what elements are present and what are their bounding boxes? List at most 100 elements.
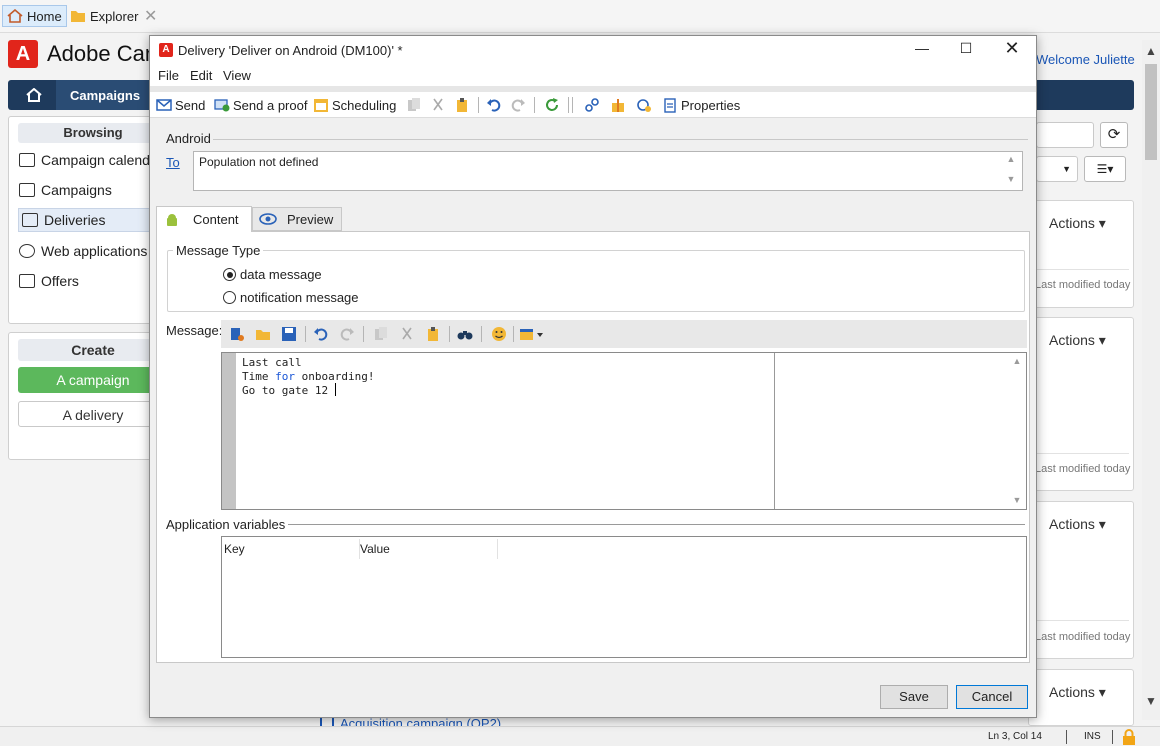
redo-icon[interactable] bbox=[510, 97, 526, 113]
send-proof-button[interactable]: Send a proof bbox=[214, 96, 307, 114]
tab-home-label: Home bbox=[27, 8, 62, 24]
scheduling-button[interactable]: Scheduling bbox=[313, 96, 396, 114]
scroll-down-icon[interactable]: ▼ bbox=[1004, 174, 1018, 184]
scroll-up-icon[interactable]: ▲ bbox=[1004, 154, 1018, 164]
scroll-down-icon[interactable]: ▼ bbox=[1142, 694, 1160, 712]
dialog-title: Delivery 'Deliver on Android (DM100)' * bbox=[178, 43, 403, 58]
to-link[interactable]: To bbox=[166, 155, 180, 170]
scroll-down-icon[interactable]: ▼ bbox=[1010, 495, 1024, 505]
copy-icon[interactable] bbox=[373, 326, 389, 342]
campaign-card: Actions ▾ Last modified today bbox=[1028, 501, 1134, 659]
scroll-up-icon[interactable]: ▲ bbox=[1010, 356, 1024, 366]
application-variables-table[interactable]: Key Value bbox=[221, 536, 1027, 658]
browse-item-campaign-calendar[interactable]: Campaign calendar bbox=[19, 148, 169, 172]
search-input[interactable] bbox=[1036, 122, 1094, 148]
globe-icon bbox=[19, 244, 35, 258]
actions-menu[interactable]: Actions ▾ bbox=[1049, 215, 1106, 232]
welcome-user-link[interactable]: Welcome Juliette bbox=[1036, 52, 1135, 67]
send-envelope-icon bbox=[156, 99, 172, 111]
campaign-card: Actions ▾ Last modified today bbox=[1028, 200, 1134, 308]
gift-icon[interactable] bbox=[610, 97, 626, 113]
save-icon[interactable] bbox=[281, 326, 297, 342]
emoji-icon[interactable] bbox=[491, 326, 507, 342]
last-modified: Last modified today bbox=[1035, 463, 1131, 475]
column-header-value[interactable]: Value bbox=[360, 539, 498, 559]
browse-item-web-applications[interactable]: Web applications bbox=[19, 239, 169, 263]
paste-icon[interactable] bbox=[454, 97, 470, 113]
radio-notification-message[interactable]: notification message bbox=[223, 290, 359, 305]
properties-button[interactable]: Properties bbox=[662, 96, 740, 114]
application-variables-label: Application variables bbox=[166, 517, 289, 532]
column-header-key[interactable]: Key bbox=[224, 539, 360, 559]
scroll-up-icon[interactable]: ▲ bbox=[1142, 44, 1160, 62]
paste-icon[interactable] bbox=[425, 326, 441, 342]
open-folder-icon[interactable] bbox=[255, 326, 271, 342]
actions-menu[interactable]: Actions ▾ bbox=[1049, 684, 1106, 701]
nav-campaigns[interactable]: Campaigns bbox=[56, 80, 155, 110]
tab-explorer[interactable]: Explorer bbox=[66, 5, 142, 27]
cut-icon[interactable] bbox=[399, 326, 415, 342]
menu-edit[interactable]: Edit bbox=[190, 68, 212, 83]
create-delivery-button[interactable]: A delivery bbox=[18, 401, 168, 427]
campaign-icon bbox=[19, 183, 35, 197]
target-icon[interactable] bbox=[636, 97, 652, 113]
radio-data-message[interactable]: data message bbox=[223, 267, 322, 282]
browse-item-campaigns[interactable]: Campaigns bbox=[19, 178, 169, 202]
house-icon bbox=[7, 9, 23, 23]
tab-content[interactable]: Content bbox=[156, 206, 252, 232]
to-field[interactable]: Population not defined ▲ ▼ bbox=[193, 151, 1023, 191]
campaign-card: Actions ▾ bbox=[1028, 669, 1134, 726]
eye-icon bbox=[259, 213, 277, 225]
browse-item-label: Campaigns bbox=[41, 182, 112, 198]
list-view-icon[interactable]: ☰▾ bbox=[1084, 156, 1126, 182]
close-tab-icon[interactable]: ✕ bbox=[144, 6, 157, 26]
copy-icon[interactable] bbox=[406, 97, 422, 113]
calendar-icon bbox=[19, 153, 35, 167]
cursor-position: Ln 3, Col 14 bbox=[988, 731, 1042, 742]
create-header: Create bbox=[18, 339, 168, 361]
create-campaign-button[interactable]: A campaign bbox=[18, 367, 168, 393]
link-icon[interactable] bbox=[584, 97, 600, 113]
nav-home-icon[interactable] bbox=[18, 85, 50, 105]
tab-preview[interactable]: Preview bbox=[252, 207, 342, 231]
browse-item-offers[interactable]: Offers bbox=[19, 269, 169, 293]
browsing-panel: Browsing Campaign calendar Campaigns Del… bbox=[8, 116, 168, 324]
browse-item-label: Web applications bbox=[41, 243, 148, 259]
scrollbar-thumb[interactable] bbox=[1145, 64, 1157, 160]
content-tab-panel: Message Type data message notification m… bbox=[156, 231, 1030, 663]
menu-file[interactable]: File bbox=[158, 68, 179, 83]
android-group-label: Android bbox=[164, 131, 213, 146]
insert-mode: INS bbox=[1084, 731, 1101, 742]
browse-item-deliveries[interactable]: Deliveries bbox=[18, 208, 168, 232]
send-proof-icon bbox=[214, 99, 230, 112]
create-panel: Create A campaign A delivery bbox=[8, 332, 168, 460]
filter-dropdown[interactable]: ▼ bbox=[1036, 156, 1078, 182]
undo-icon[interactable] bbox=[486, 97, 502, 113]
minimize-icon[interactable]: — bbox=[912, 40, 932, 60]
menu-view[interactable]: View bbox=[223, 68, 251, 83]
browse-item-label: Campaign calendar bbox=[41, 152, 163, 168]
save-button[interactable]: Save bbox=[880, 685, 948, 709]
close-icon[interactable]: ✕ bbox=[1002, 38, 1022, 60]
insert-field-icon[interactable] bbox=[229, 326, 245, 342]
send-button[interactable]: Send bbox=[156, 96, 205, 114]
binoculars-icon[interactable] bbox=[457, 326, 473, 342]
keyword-token: for bbox=[275, 370, 295, 383]
to-value: Population not defined bbox=[199, 155, 319, 169]
browse-item-label: Offers bbox=[41, 273, 79, 289]
actions-menu[interactable]: Actions ▾ bbox=[1049, 516, 1106, 533]
message-line: Go to gate 12 bbox=[242, 384, 329, 397]
maximize-icon[interactable]: ☐ bbox=[956, 40, 976, 60]
undo-icon[interactable] bbox=[313, 326, 329, 342]
refresh-icon[interactable]: ⟳ bbox=[1100, 122, 1128, 148]
redo-icon[interactable] bbox=[339, 326, 355, 342]
browsing-header: Browsing bbox=[18, 123, 168, 143]
refresh-icon[interactable] bbox=[544, 97, 560, 113]
cancel-button[interactable]: Cancel bbox=[956, 685, 1028, 709]
radio-unselected-icon bbox=[223, 291, 236, 304]
actions-menu[interactable]: Actions ▾ bbox=[1049, 332, 1106, 349]
insert-block-dropdown-icon[interactable] bbox=[519, 326, 545, 342]
cut-icon[interactable] bbox=[430, 97, 446, 113]
message-editor[interactable]: Last call Time for onboarding! Go to gate … bbox=[221, 352, 1027, 510]
tab-home[interactable]: Home bbox=[2, 5, 67, 27]
